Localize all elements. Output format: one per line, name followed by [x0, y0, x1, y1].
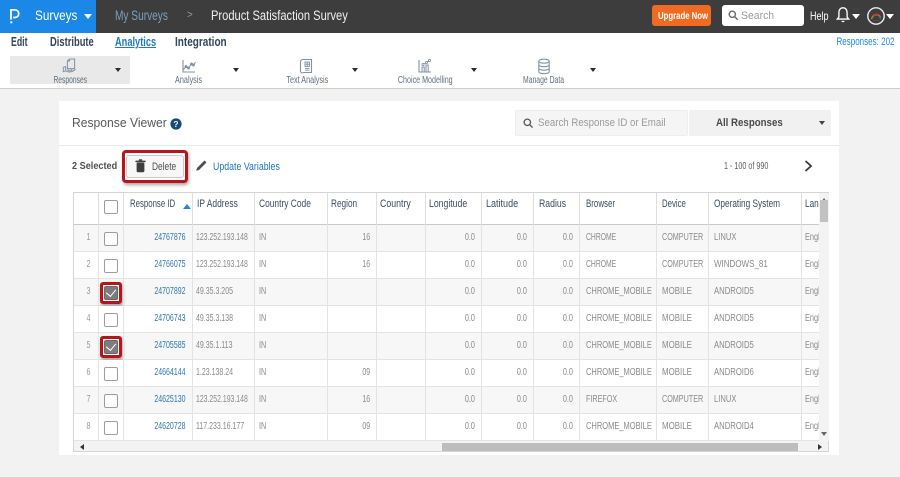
svg-text:?: ?: [173, 118, 178, 128]
